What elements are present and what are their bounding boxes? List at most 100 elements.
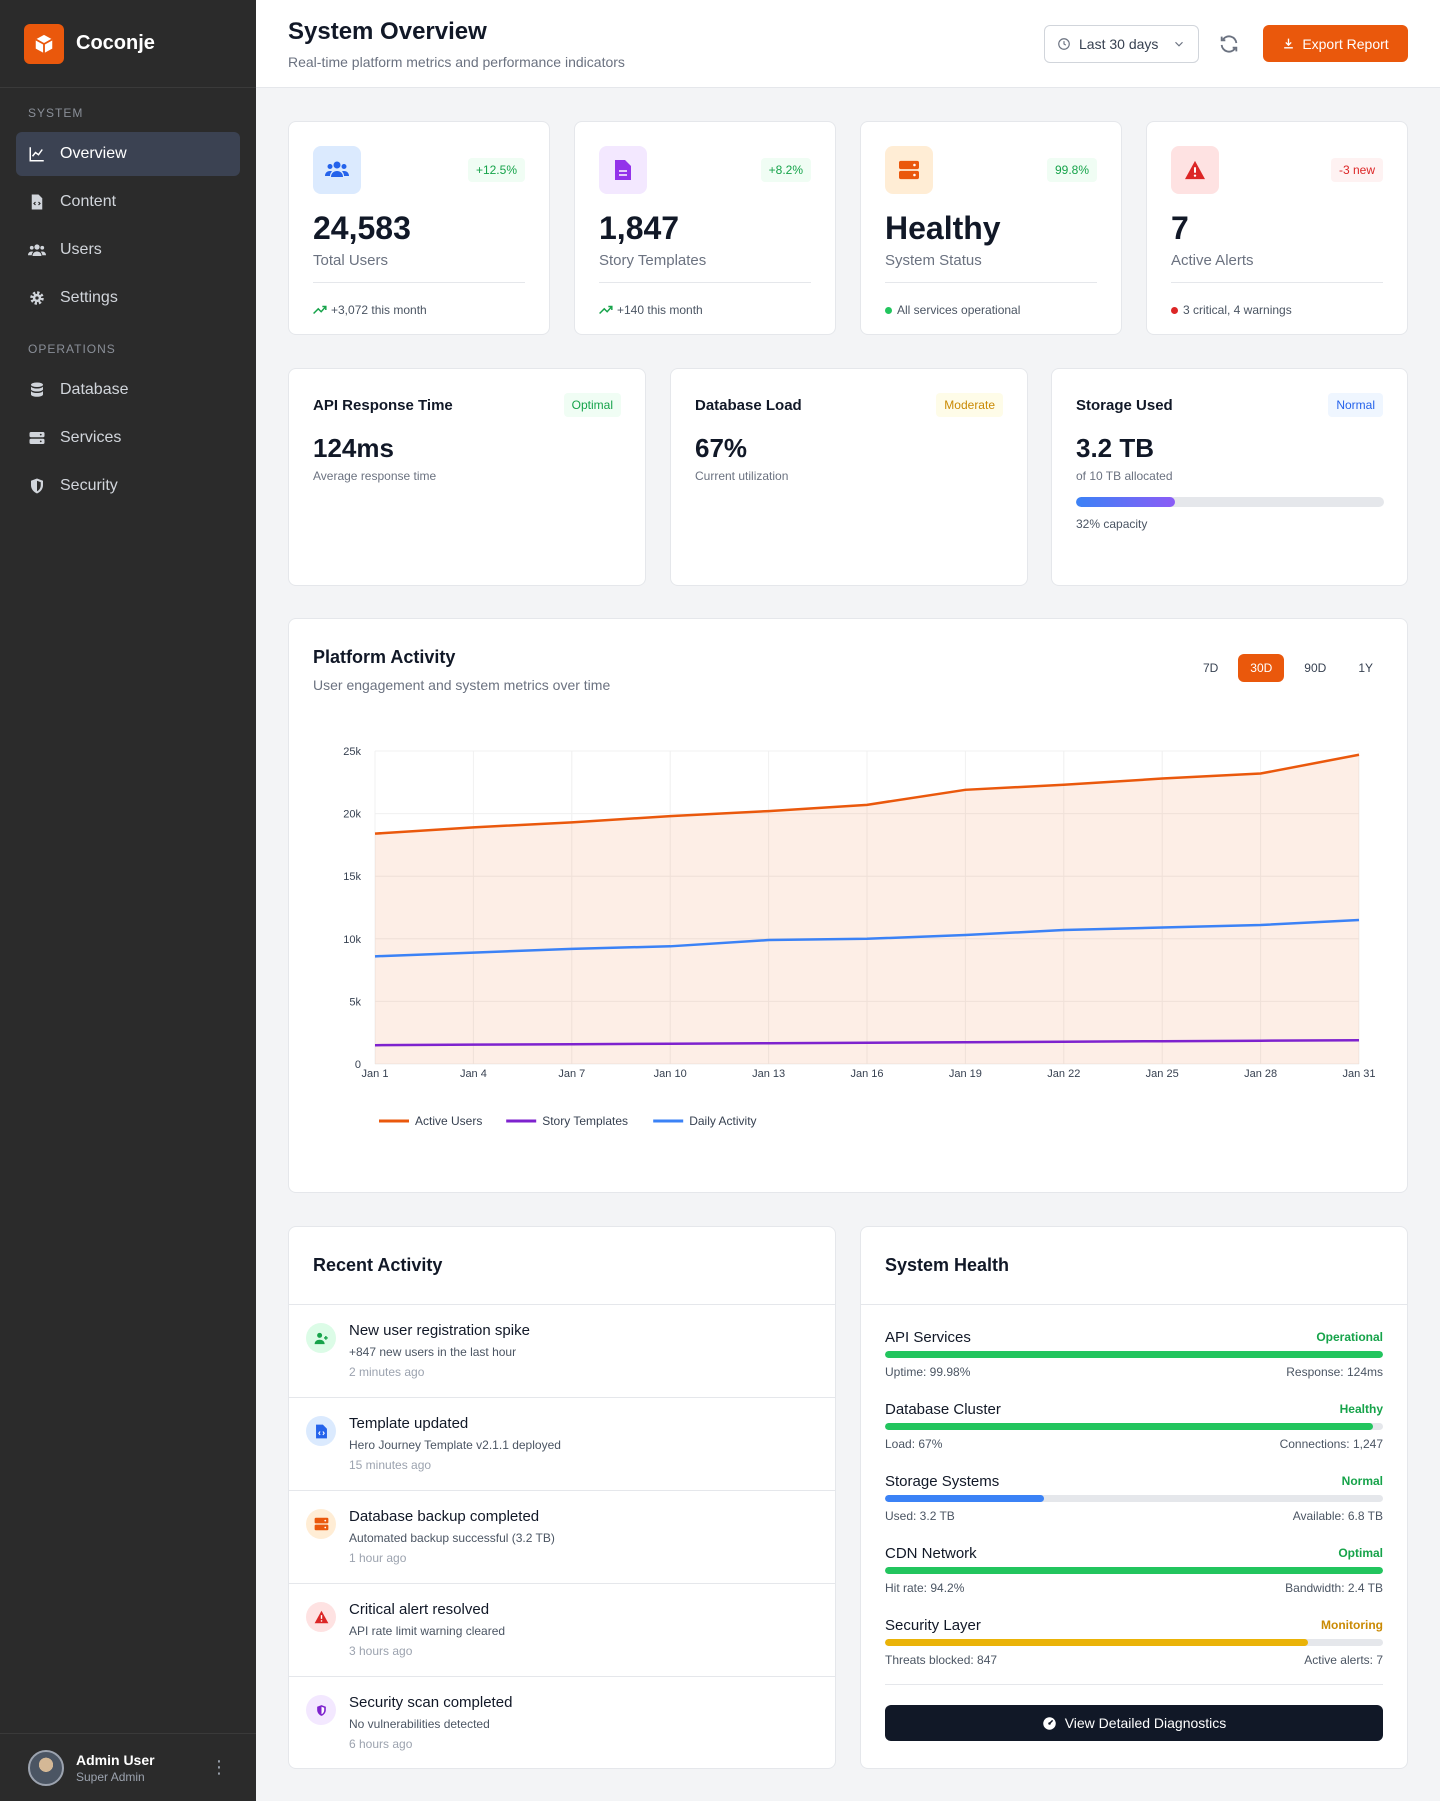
activity-description: Automated backup successful (3.2 TB) <box>349 1531 555 1545</box>
chevron-down-icon <box>1175 41 1183 47</box>
health-progress-fill <box>885 1423 1374 1430</box>
sidebar-item-security[interactable]: Security <box>16 464 240 508</box>
health-progress-bar <box>885 1639 1383 1646</box>
activity-title: Database backup completed <box>349 1508 540 1525</box>
sidebar-item-label: Users <box>60 241 102 258</box>
database-icon <box>31 382 43 397</box>
server-icon <box>29 432 45 444</box>
health-left-stat: Uptime: 99.98% <box>885 1365 971 1379</box>
metric-subtext: Average response time <box>313 469 437 483</box>
activity-item[interactable]: Security scan completed No vulnerabiliti… <box>289 1677 835 1770</box>
metric-title: API Response Time <box>313 397 453 414</box>
stat-footnote: All services operational <box>885 303 1020 317</box>
file-code-icon <box>306 1416 336 1446</box>
stat-label: Active Alerts <box>1171 252 1254 269</box>
x-tick-label: Jan 25 <box>1146 1068 1179 1080</box>
export-report-label: Export Report <box>1302 35 1389 52</box>
y-tick-label: 5k <box>349 996 361 1008</box>
view-diagnostics-label: View Detailed Diagnostics <box>1064 1715 1227 1731</box>
user-profile[interactable]: Admin User Super Admin ⋮ <box>0 1733 256 1801</box>
sidebar-item-label: Content <box>60 193 117 210</box>
shield-icon <box>31 478 43 494</box>
stat-label: Total Users <box>313 252 389 269</box>
metric-subtext: Current utilization <box>695 469 789 483</box>
date-range-select[interactable]: Last 30 days <box>1044 25 1199 63</box>
stat-card-alerts: -3 new 7 Active Alerts 3 critical, 4 war… <box>1146 121 1408 335</box>
sidebar-item-label: Database <box>60 381 129 398</box>
clock-icon <box>1058 38 1070 50</box>
metric-title: Database Load <box>695 397 802 414</box>
activity-item[interactable]: Database backup completed Automated back… <box>289 1491 835 1584</box>
range-tab-1y[interactable]: 1Y <box>1346 654 1385 682</box>
top-header: System Overview Real-time platform metri… <box>256 0 1440 88</box>
stat-footnote-text: All services operational <box>897 303 1021 317</box>
legend-label: Active Users <box>415 1114 482 1128</box>
metric-title: Storage Used <box>1076 397 1173 414</box>
cube-logo-icon <box>24 23 64 64</box>
warning-icon <box>1171 146 1219 194</box>
health-progress-fill <box>885 1495 1045 1502</box>
sidebar-item-content[interactable]: Content <box>16 180 240 224</box>
file-code-icon <box>31 194 43 210</box>
sidebar-item-database[interactable]: Database <box>16 368 240 412</box>
more-vertical-icon[interactable]: ⋮ <box>210 1757 228 1778</box>
storage-progress-bar <box>1076 497 1384 507</box>
health-right-stat: Connections: 1,247 <box>1279 1437 1383 1451</box>
x-tick-label: Jan 1 <box>362 1068 389 1080</box>
activity-description: +847 new users in the last hour <box>349 1345 517 1359</box>
health-status: Monitoring <box>1321 1618 1383 1632</box>
activity-item[interactable]: New user registration spike +847 new use… <box>289 1305 835 1398</box>
health-item: Security Layer Monitoring Threats blocke… <box>885 1611 1383 1683</box>
health-name: CDN Network <box>885 1545 977 1562</box>
stat-value: Healthy <box>885 210 1001 246</box>
divider <box>1171 282 1383 283</box>
status-badge: Normal <box>1328 393 1383 417</box>
brand[interactable]: Coconje <box>0 0 256 88</box>
stat-value: 1,847 <box>599 210 680 246</box>
health-left-stat: Load: 67% <box>885 1437 943 1451</box>
metric-subtext: of 10 TB allocated <box>1076 469 1173 483</box>
sidebar-item-label: Security <box>60 477 118 494</box>
page-title: System Overview <box>288 18 487 45</box>
activity-item[interactable]: Template updated Hero Journey Template v… <box>289 1398 835 1491</box>
range-tab-90d[interactable]: 90D <box>1292 654 1338 682</box>
sidebar-item-users[interactable]: Users <box>16 228 240 272</box>
x-tick-label: Jan 13 <box>752 1068 785 1080</box>
activity-list: New user registration spike +847 new use… <box>289 1305 835 1770</box>
sidebar-item-overview[interactable]: Overview <box>16 132 240 176</box>
activity-item[interactable]: Critical alert resolved API rate limit w… <box>289 1584 835 1677</box>
stat-label: System Status <box>885 252 982 269</box>
y-tick-label: 20k <box>343 809 361 821</box>
user-plus-icon <box>306 1323 336 1353</box>
health-name: Storage Systems <box>885 1473 1000 1490</box>
export-report-button[interactable]: Export Report <box>1263 25 1408 62</box>
range-tab-30d[interactable]: 30D <box>1238 654 1285 682</box>
stat-card-users: +12.5% 24,583 Total Users +3,072 this mo… <box>288 121 550 335</box>
health-right-stat: Available: 6.8 TB <box>1292 1509 1383 1523</box>
sidebar-item-label: Overview <box>60 145 127 162</box>
health-name: Database Cluster <box>885 1401 1001 1418</box>
nav-section-title: OPERATIONS <box>28 342 116 356</box>
view-diagnostics-button[interactable]: View Detailed Diagnostics <box>885 1705 1383 1741</box>
sidebar-item-services[interactable]: Services <box>16 416 240 460</box>
refresh-icon[interactable] <box>1218 33 1240 55</box>
nav-section-system: SYSTEM Overview Content Users Settings <box>0 88 256 320</box>
health-status: Healthy <box>1339 1402 1383 1416</box>
sidebar-item-settings[interactable]: Settings <box>16 276 240 320</box>
x-tick-label: Jan 10 <box>654 1068 687 1080</box>
chart-subtitle: User engagement and system metrics over … <box>313 677 611 693</box>
growth-badge: +8.2% <box>760 158 811 182</box>
panel-title: System Health <box>885 1255 1010 1275</box>
activity-time: 15 minutes ago <box>349 1458 432 1472</box>
status-badge: Optimal <box>563 393 621 417</box>
user-name: Admin User <box>76 1751 155 1768</box>
range-tab-7d[interactable]: 7D <box>1191 654 1230 682</box>
activity-title: Critical alert resolved <box>349 1601 490 1618</box>
metric-value: 3.2 TB <box>1076 433 1155 463</box>
health-item: Database Cluster Healthy Load: 67% Conne… <box>885 1395 1383 1467</box>
y-tick-label: 10k <box>343 934 361 946</box>
x-tick-label: Jan 7 <box>558 1068 585 1080</box>
storage-progress-fill <box>1076 497 1175 507</box>
metric-card-storage: Storage Used Normal 3.2 TB of 10 TB allo… <box>1051 368 1408 586</box>
server-icon <box>306 1509 336 1539</box>
